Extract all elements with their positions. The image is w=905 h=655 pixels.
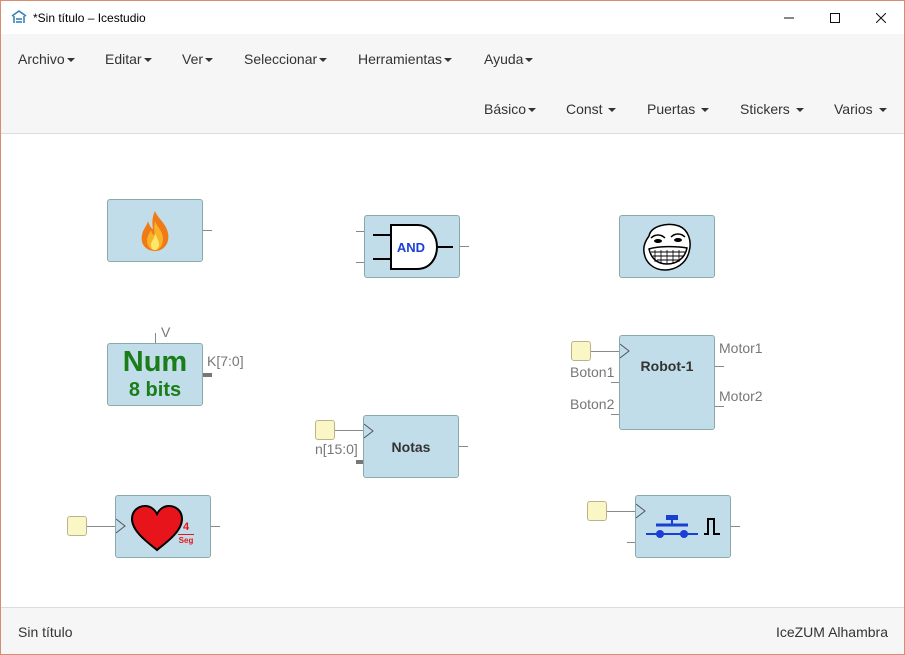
robot-output1-wire — [715, 366, 724, 367]
chevron-down-icon — [795, 108, 804, 113]
fire-output-wire — [203, 230, 212, 231]
clock-input-icon — [620, 343, 630, 359]
and-gate-text: AND — [397, 240, 425, 255]
menu-varios[interactable]: Varios — [834, 101, 887, 117]
chevron-down-icon — [528, 108, 537, 113]
notas-input-label: n[15:0] — [315, 441, 358, 457]
num-8bits-block[interactable]: Num 8 bits — [107, 343, 203, 406]
fire-block[interactable] — [107, 199, 203, 262]
and-gate-icon: AND — [373, 224, 453, 270]
menu-varios-label: Varios — [834, 101, 873, 117]
menu-ayuda[interactable]: Ayuda — [484, 51, 534, 67]
menu-ver[interactable]: Ver — [182, 51, 214, 67]
num-subtitle: 8 bits — [128, 379, 182, 401]
robot-1-block[interactable]: Robot-1 — [619, 335, 715, 430]
board-name[interactable]: IceZUM Alhambra — [776, 624, 888, 640]
pushbutton-block[interactable] — [635, 495, 731, 558]
num-output-label: K[7:0] — [207, 353, 244, 369]
menu-stickers-label: Stickers — [740, 101, 790, 117]
chevron-down-icon — [205, 58, 214, 63]
menu-editar-label: Editar — [105, 51, 142, 67]
clock-input-icon — [364, 423, 374, 439]
heart-unit: Seg — [178, 536, 194, 545]
close-icon — [876, 12, 886, 23]
num-output-bus — [203, 373, 212, 377]
menu-bar: Archivo Editar Ver Seleccionar Herramien… — [1, 34, 904, 134]
icestudio-logo-icon — [11, 10, 27, 23]
robot-block-name: Robot-1 — [640, 358, 694, 374]
notas-clk-wire — [335, 430, 363, 431]
chevron-down-icon — [444, 58, 453, 63]
maximize-button[interactable] — [812, 1, 858, 34]
button-clk-wire — [607, 511, 635, 512]
menu-basico-label: Básico — [484, 101, 527, 117]
menu-seleccionar-label: Seleccionar — [244, 51, 318, 67]
menu-puertas-label: Puertas — [647, 101, 696, 117]
and-gate-block[interactable]: AND — [364, 215, 460, 278]
menu-puertas[interactable]: Puertas — [647, 101, 710, 117]
menu-stickers[interactable]: Stickers — [740, 101, 804, 117]
robot-input-pin[interactable] — [571, 341, 591, 361]
heart-number: 4 — [182, 521, 190, 533]
notas-input-pin[interactable] — [315, 420, 335, 440]
num-param-label: V — [161, 324, 171, 340]
window-title: *Sin título – Icestudio — [33, 11, 146, 25]
notas-block[interactable]: Notas — [363, 415, 459, 478]
notas-block-name: Notas — [391, 439, 431, 455]
trollface-block[interactable] — [619, 215, 715, 278]
pushbutton-icon — [646, 515, 720, 538]
maximize-icon — [830, 12, 840, 23]
chevron-down-icon — [66, 58, 75, 63]
heart-output-wire — [211, 526, 220, 527]
robot-output1-label: Motor1 — [719, 340, 763, 356]
robot-input2-label: Boton2 — [570, 396, 615, 412]
menu-const[interactable]: Const — [566, 101, 617, 117]
title-bar: *Sin título – Icestudio — [1, 1, 904, 34]
design-canvas[interactable]: AND V Num 8 bits K[7:0] Boton1 Boton2 Ro… — [1, 135, 904, 607]
heart-input-pin[interactable] — [67, 516, 87, 536]
minimize-button[interactable] — [766, 1, 812, 34]
status-bar: Sin título IceZUM Alhambra — [1, 607, 904, 654]
menu-seleccionar[interactable]: Seleccionar — [244, 51, 328, 67]
robot-clk-wire — [591, 351, 619, 352]
num-param-wire — [155, 333, 156, 343]
clock-input-icon — [116, 518, 126, 534]
heart-block[interactable]: 4 Seg — [115, 495, 211, 558]
and-output-wire — [460, 246, 469, 247]
minimize-icon — [784, 17, 794, 18]
fire-icon — [141, 211, 169, 251]
menu-herramientas[interactable]: Herramientas — [358, 51, 453, 67]
notas-output-wire — [459, 446, 468, 447]
menu-ayuda-label: Ayuda — [484, 51, 524, 67]
chevron-down-icon — [319, 58, 328, 63]
trollface-icon — [643, 223, 691, 271]
robot-output2-wire — [715, 406, 724, 407]
robot-output2-label: Motor2 — [719, 388, 763, 404]
menu-basico[interactable]: Básico — [484, 101, 537, 117]
menu-const-label: Const — [566, 101, 603, 117]
chevron-down-icon — [143, 58, 152, 63]
menu-herramientas-label: Herramientas — [358, 51, 443, 67]
chevron-down-icon — [608, 108, 617, 113]
chevron-down-icon — [701, 108, 710, 113]
app-window: *Sin título – Icestudio Archivo Editar V… — [0, 0, 905, 655]
num-title: Num — [122, 346, 188, 378]
chevron-down-icon — [525, 58, 534, 63]
menu-editar[interactable]: Editar — [105, 51, 152, 67]
button-input-pin[interactable] — [587, 501, 607, 521]
heart-clk-wire — [87, 526, 115, 527]
menu-ver-label: Ver — [182, 51, 204, 67]
heart-fraction-bar — [178, 534, 194, 535]
chevron-down-icon — [878, 108, 887, 113]
close-button[interactable] — [858, 1, 904, 34]
menu-archivo-label: Archivo — [18, 51, 65, 67]
button-output-wire — [731, 526, 740, 527]
project-name: Sin título — [18, 624, 73, 640]
robot-input1-label: Boton1 — [570, 364, 615, 380]
menu-archivo[interactable]: Archivo — [18, 51, 75, 67]
